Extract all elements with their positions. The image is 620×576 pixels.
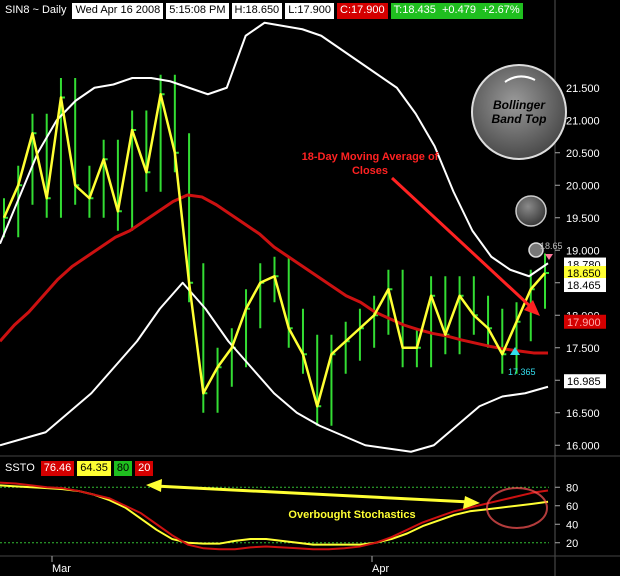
stoch-upper-value: 80 [113, 461, 133, 476]
stoch-tick-label: 80 [566, 482, 578, 494]
stoch-d-value: 64.35 [77, 461, 111, 476]
price-label-text: 16.985 [567, 376, 601, 388]
price-label-text: 18.465 [567, 280, 601, 292]
date-box: Wed Apr 16 2008 [72, 3, 164, 19]
bb-label-line1: Bollinger [493, 98, 546, 112]
tick-box: T:18.435 +0.479 +2.67% [390, 3, 523, 19]
stoch-lower-value: 20 [135, 461, 154, 476]
y-tick-label: 16.000 [566, 440, 600, 452]
price-chart: 21.50021.00020.50020.00019.50019.00018.5… [0, 0, 620, 576]
stoch-tick-label: 20 [566, 538, 578, 550]
change-pct-text: +2.67% [482, 4, 520, 16]
time-box: 5:15:08 PM [166, 3, 229, 19]
stochastics-label: SSTO [5, 462, 35, 474]
bubble-small [515, 195, 547, 227]
stoch-tick-label: 40 [566, 519, 578, 531]
x-tick-label: Apr [372, 563, 389, 575]
change-text: +0.479 [442, 4, 476, 16]
y-tick-label: 21.500 [566, 83, 600, 95]
symbol-label: SIN8 ~ Daily [5, 4, 67, 16]
stoch-k-value: 76.46 [40, 461, 75, 476]
high-marker-label: 18.65 [540, 241, 563, 251]
low-box: L:17.900 [285, 3, 335, 19]
y-tick-label: 21.000 [566, 115, 600, 127]
tick-text: T:18.435 [393, 4, 436, 16]
y-tick-label: 17.500 [566, 343, 600, 355]
y-tick-label: 20.000 [566, 180, 600, 192]
y-tick-label: 19.000 [566, 245, 600, 257]
price-label-text: 17.900 [567, 317, 601, 329]
high-box: H:18.650 [231, 3, 283, 19]
overbought-label: Overbought Stochastics [288, 509, 415, 521]
y-tick-label: 16.500 [566, 408, 600, 420]
ma-label-line2: Closes [352, 165, 388, 177]
date-text: Wed Apr 16 2008 [75, 4, 161, 16]
x-tick-label: Mar [52, 563, 71, 575]
header-bar: SIN8 ~ Daily Wed Apr 16 2008 5:15:08 PM … [2, 3, 523, 19]
y-tick-label: 19.500 [566, 213, 600, 225]
low-marker-label: 17.365 [508, 367, 536, 377]
stoch-tick-label: 60 [566, 501, 578, 513]
close-box: C:17.900 [337, 3, 388, 19]
stochastics-header: SSTO 76.46 64.35 80 20 [2, 461, 154, 476]
y-tick-label: 20.500 [566, 148, 600, 160]
ma-label-line1: 18-Day Moving Average of [302, 151, 439, 163]
bb-label-line2: Band Top [492, 112, 547, 126]
